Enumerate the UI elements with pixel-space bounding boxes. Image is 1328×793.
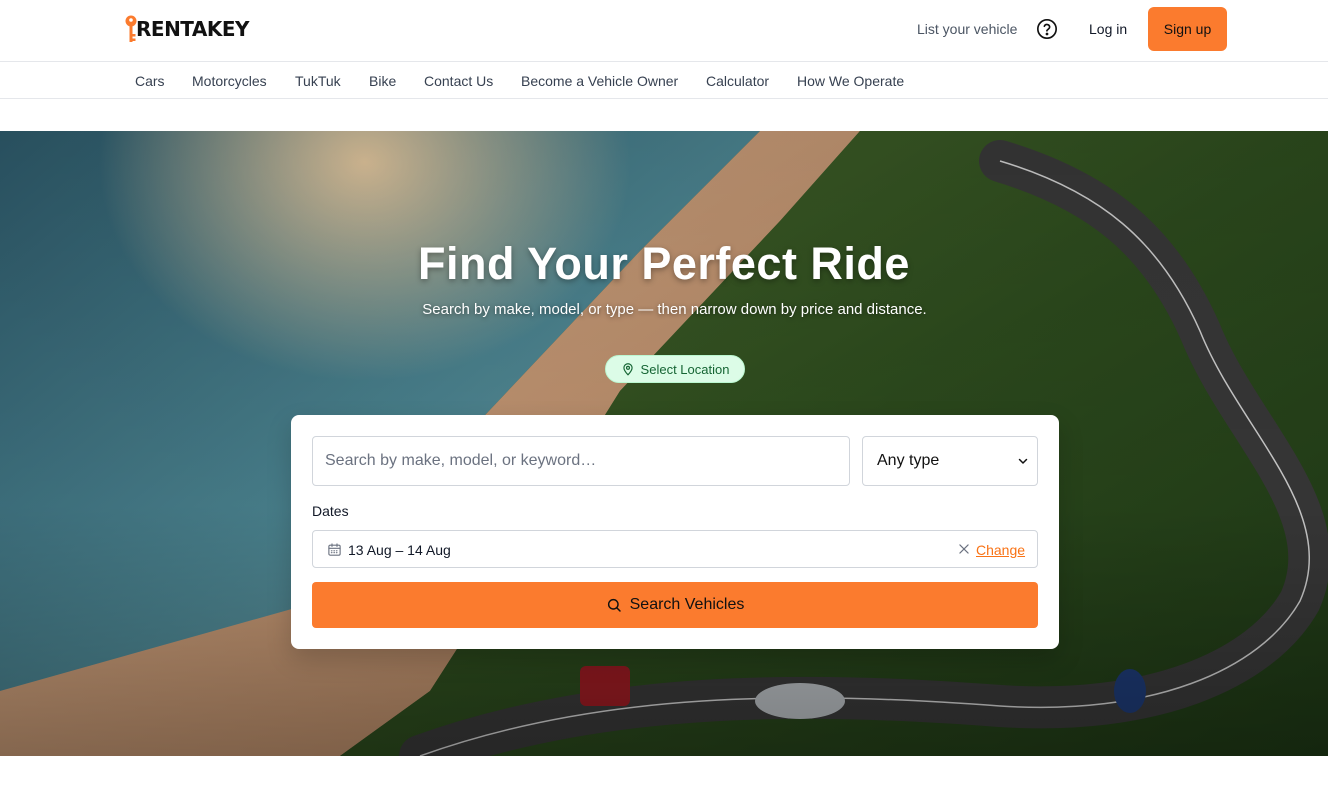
nav-item-tuktuk[interactable]: TukTuk <box>295 72 341 90</box>
search-card: Any type Dates 13 Aug – 14 Aug Change <box>291 415 1059 649</box>
help-circle-icon[interactable] <box>1036 18 1058 40</box>
dates-label: Dates <box>312 503 349 519</box>
nav-item-motorcycles[interactable]: Motorcycles <box>192 72 267 90</box>
list-vehicle-link[interactable]: List your vehicle <box>917 20 1017 38</box>
search-vehicles-label: Search Vehicles <box>629 596 745 613</box>
search-input[interactable] <box>312 436 850 486</box>
dates-value: 13 Aug – 14 Aug <box>348 542 451 558</box>
nav-item-become-owner[interactable]: Become a Vehicle Owner <box>521 72 678 90</box>
nav-item-how-we-operate[interactable]: How We Operate <box>797 72 904 90</box>
select-location-button[interactable]: Select Location <box>605 355 745 383</box>
top-header: RENTAKEY List your vehicle Log in Sign u… <box>0 0 1328 62</box>
nav-item-calculator[interactable]: Calculator <box>706 72 769 90</box>
logo-text: RENTAKEY <box>136 17 250 41</box>
signup-button[interactable]: Sign up <box>1148 7 1227 51</box>
rentakey-logo[interactable]: RENTAKEY <box>124 14 250 44</box>
nav-item-contact-us[interactable]: Contact Us <box>424 72 493 90</box>
vehicle-type-select[interactable]: Any type <box>862 436 1038 486</box>
hero-section: Find Your Perfect Ride Search by make, m… <box>0 131 1328 756</box>
login-link[interactable]: Log in <box>1089 20 1127 38</box>
nav-item-bike[interactable]: Bike <box>369 72 396 90</box>
category-nav: Cars Motorcycles TukTuk Bike Contact Us … <box>0 62 1328 99</box>
search-icon <box>607 598 621 612</box>
chevron-down-icon <box>1018 458 1028 464</box>
vehicle-type-value: Any type <box>877 452 940 469</box>
hero-title: Find Your Perfect Ride <box>418 238 910 289</box>
change-dates-link[interactable]: Change <box>976 542 1025 558</box>
hero-subtitle: Search by make, model, or type — then na… <box>422 301 927 318</box>
search-vehicles-button[interactable]: Search Vehicles <box>312 582 1038 628</box>
map-pin-icon <box>622 363 633 376</box>
close-icon[interactable] <box>957 542 971 556</box>
select-location-label: Select Location <box>640 361 730 377</box>
nav-item-cars[interactable]: Cars <box>135 72 165 90</box>
key-logo-icon <box>125 15 137 42</box>
calendar-icon <box>328 543 341 556</box>
dates-picker[interactable]: 13 Aug – 14 Aug Change <box>312 530 1038 568</box>
